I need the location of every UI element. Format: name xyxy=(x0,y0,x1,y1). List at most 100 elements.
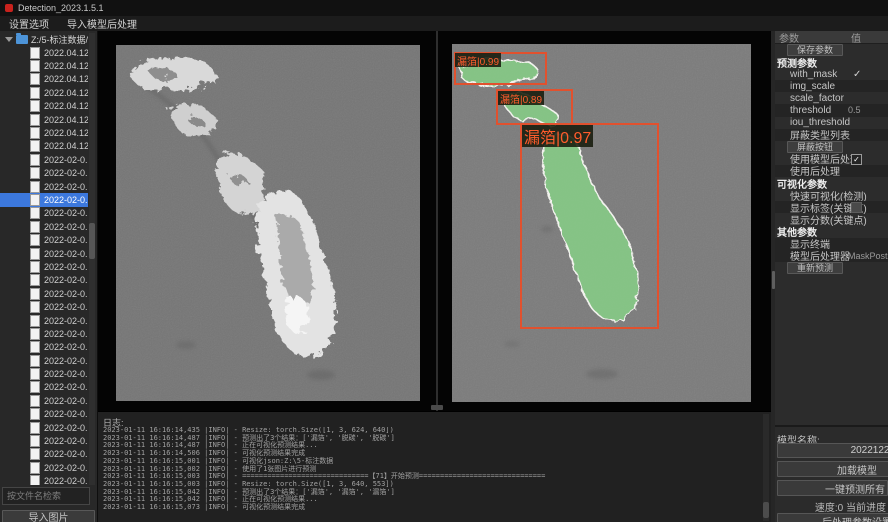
parameter-panel: 参数 值 保存参数 预测参数 with_mask ✓ xyxy=(775,31,888,425)
detection-label: 漏箔|0.99 xyxy=(455,53,501,67)
parameter-name[interactable]: 重新预测 xyxy=(787,262,843,274)
file-icon xyxy=(30,301,40,313)
tree-item-file[interactable]: 2022.04.12... xyxy=(0,113,88,126)
postprocess-settings-button[interactable]: 后处理参数设置 xyxy=(777,513,888,522)
tree-item-file[interactable]: 2022.04.12... xyxy=(0,100,88,113)
prediction-image[interactable] xyxy=(452,44,751,402)
parameter-row[interactable]: 屏蔽类型列表 xyxy=(775,129,888,141)
tree-item-label: 2022.04.12... xyxy=(44,61,88,71)
tree-item-file[interactable]: 2022-02-0... xyxy=(0,354,88,367)
tree-item-file[interactable]: 2022.04.12... xyxy=(0,126,88,139)
parameter-name[interactable]: scale_factor xyxy=(790,93,844,104)
file-icon xyxy=(30,462,40,474)
filename-search-input[interactable] xyxy=(2,487,90,505)
file-icon xyxy=(30,234,40,246)
tree-item-file[interactable]: 2022-02-0... xyxy=(0,233,88,246)
tree-item-file[interactable]: 2022-02-0... xyxy=(0,167,88,180)
tree-item-file[interactable]: 2022-02-0... xyxy=(0,408,88,421)
tree-item-file[interactable]: 2022.04.12... xyxy=(0,73,88,86)
parameter-row[interactable]: with_mask ✓ xyxy=(775,68,888,80)
tree-scrollbar-thumb[interactable] xyxy=(89,223,95,259)
tree-item-file[interactable]: 2022-02-0... xyxy=(0,434,88,447)
file-icon xyxy=(30,448,40,460)
file-icon xyxy=(30,248,40,260)
menu-import-postprocess[interactable]: 导入模型后处理 xyxy=(58,16,146,31)
file-icon xyxy=(30,261,40,273)
parameter-row[interactable]: scale_factor xyxy=(775,92,888,104)
parameter-name[interactable]: threshold xyxy=(790,105,831,116)
tree-item-file[interactable]: 2022-02-0... xyxy=(0,193,88,206)
model-name-field[interactable]: 20221225_174813 xyxy=(777,443,888,458)
log-lines[interactable]: 2023-01-11 16:16:14,435 |INFO| - Resize:… xyxy=(103,427,758,521)
file-icon xyxy=(30,87,40,99)
tree-item-file[interactable]: 2022-02-0... xyxy=(0,247,88,260)
parameter-row[interactable]: threshold 0.5 xyxy=(775,104,888,116)
parameter-row[interactable]: img_scale xyxy=(775,80,888,92)
image-viewers: 漏箔|0.99 漏箔|0.89 漏箔|0.97 xyxy=(98,31,771,411)
tree-item-file[interactable]: 2022-02-0... xyxy=(0,421,88,434)
tree-item-file[interactable]: 2022-02-0... xyxy=(0,381,88,394)
parameter-value[interactable]: MaskPostPro xyxy=(848,251,888,261)
tree-item-file[interactable]: 2022-02-0... xyxy=(0,287,88,300)
source-image[interactable] xyxy=(116,45,420,401)
parameter-row[interactable]: 重新预测 xyxy=(775,262,888,274)
tree-item-file[interactable]: 2022-02-0... xyxy=(0,260,88,273)
menu-settings[interactable]: 设置选项 xyxy=(0,16,58,31)
file-icon xyxy=(30,47,40,59)
viewer-splitter[interactable] xyxy=(436,31,438,411)
parameter-value[interactable]: ✓ xyxy=(851,154,862,165)
tree-item-file[interactable]: 2022-02-0... xyxy=(0,274,88,287)
predict-all-button[interactable]: 一键预测所有 xyxy=(777,480,888,496)
tree-item-file[interactable]: 2022-02-0... xyxy=(0,314,88,327)
tree-root[interactable]: Z:/5-标注数据/... xyxy=(0,33,88,46)
menu-bar: 设置选项 导入模型后处理 xyxy=(0,16,888,32)
header-value-column: 值 xyxy=(851,30,861,45)
tree-item-label: 2022-02-0... xyxy=(44,249,88,259)
tree-item-label: 2022-02-0... xyxy=(44,302,88,312)
log-scrollbar-thumb[interactable] xyxy=(763,502,769,518)
tree-item-file[interactable]: 2022-02-0... xyxy=(0,475,88,486)
tree-item-file[interactable]: 2022.04.12... xyxy=(0,59,88,72)
tree-item-file[interactable]: 2022-02-0... xyxy=(0,153,88,166)
tree-item-label: 2022.04.12... xyxy=(44,101,88,111)
tree-item-label: 2022-02-0... xyxy=(44,289,88,299)
tree-item-label: 2022-02-0... xyxy=(44,168,88,178)
tree-item-label: 2022-02-0... xyxy=(44,476,88,485)
parameter-name[interactable]: with_mask xyxy=(790,69,837,80)
parameter-value[interactable]: 0.5 xyxy=(848,105,861,115)
tree-item-file[interactable]: 2022-02-0... xyxy=(0,341,88,354)
detection-label: 漏箔|0.97 xyxy=(522,125,593,147)
parameter-row[interactable]: 预测参数 xyxy=(775,56,888,68)
tree-item-file[interactable]: 2022-02-0... xyxy=(0,394,88,407)
file-icon xyxy=(30,274,40,286)
tree-item-label: 2022-02-0... xyxy=(44,382,88,392)
tree-scrollbar[interactable] xyxy=(89,33,95,485)
tree-item-label: 2022-02-0... xyxy=(44,208,88,218)
tree-item-file[interactable]: 2022-02-0... xyxy=(0,180,88,193)
tree-item-file[interactable]: 2022-02-0... xyxy=(0,220,88,233)
load-model-button[interactable]: 加载模型 xyxy=(777,461,888,477)
tree-item-file[interactable]: 2022.04.12... xyxy=(0,86,88,99)
import-images-button[interactable]: 导入图片 xyxy=(2,510,95,522)
tree-item-file[interactable]: 2022-02-0... xyxy=(0,448,88,461)
log-scrollbar[interactable] xyxy=(763,414,769,521)
parameter-name[interactable]: img_scale xyxy=(790,81,835,92)
tree-item-file[interactable]: 2022-02-0... xyxy=(0,461,88,474)
tree-item-label: 2022-02-0... xyxy=(44,329,88,339)
tree-item-file[interactable]: 2022-02-0... xyxy=(0,300,88,313)
tree-item-label: 2022.04.12... xyxy=(44,141,88,151)
viewer-splitter-grip[interactable] xyxy=(431,405,443,410)
tree-item-file[interactable]: 2022-02-0... xyxy=(0,367,88,380)
file-icon xyxy=(30,181,40,193)
parameter-row[interactable]: 模型后处理器 MaskPostPro xyxy=(775,250,888,262)
tree-item-file[interactable]: 2022-02-0... xyxy=(0,207,88,220)
tree-item-label: 2022-02-0... xyxy=(44,222,88,232)
file-sidebar: Z:/5-标注数据/... 2022.04.12... 2022.04.12..… xyxy=(0,31,98,522)
tree-item-label: 2022-02-0... xyxy=(44,342,88,352)
tree-item-file[interactable]: 2022-02-0... xyxy=(0,327,88,340)
file-icon xyxy=(30,154,40,166)
parameter-value[interactable]: ✓ xyxy=(853,69,861,79)
tree-item-file[interactable]: 2022.04.12... xyxy=(0,46,88,59)
tree-item-label: 2022-02-0... xyxy=(44,436,88,446)
tree-item-file[interactable]: 2022.04.12... xyxy=(0,140,88,153)
